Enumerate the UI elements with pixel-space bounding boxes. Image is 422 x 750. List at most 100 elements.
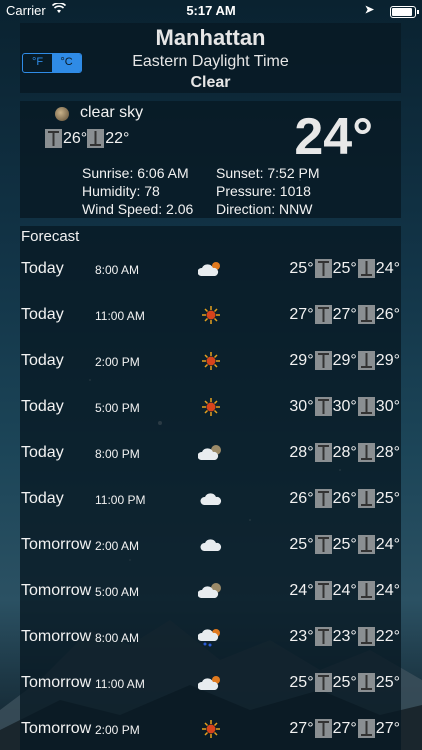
low-arrow-icon (357, 719, 375, 738)
sun-icon (198, 304, 224, 326)
forecast-temps: 24° 24° 24° (289, 581, 400, 600)
clock: 5:17 AM (186, 3, 236, 18)
forecast-high: 26° (332, 489, 357, 507)
forecast-time: 2:00 PM (95, 355, 140, 369)
forecast-row[interactable]: Tomorrow 5:00 AM 24° 24° 24° (20, 576, 401, 606)
low-arrow-icon (87, 129, 105, 148)
forecast-temp: 25° (289, 673, 314, 691)
low-arrow-icon (357, 351, 375, 370)
forecast-time: 8:00 PM (95, 447, 140, 461)
forecast-time: 8:00 AM (95, 631, 140, 645)
forecast-time: 8:00 AM (95, 263, 140, 277)
high-arrow-icon (314, 305, 332, 324)
forecast-row[interactable]: Today 8:00 PM 28° 28° 28° (20, 438, 401, 468)
sun-icon (198, 396, 224, 418)
forecast-temps: 29° 29° 29° (289, 351, 400, 370)
forecast-day: Today (21, 444, 64, 461)
forecast-temp: 23° (289, 627, 314, 645)
forecast-temps: 25° 25° 24° (289, 259, 400, 278)
humidity: Humidity: 78 (82, 183, 160, 199)
forecast-temp: 28° (289, 443, 314, 461)
forecast-temps: 23° 23° 22° (289, 627, 400, 646)
forecast-high: 29° (332, 351, 357, 369)
low-arrow-icon (357, 305, 375, 324)
forecast-low: 28° (375, 443, 400, 461)
low-arrow-icon (357, 397, 375, 416)
forecast-low: 24° (375, 259, 400, 277)
forecast-high: 24° (332, 581, 357, 599)
high-arrow-icon (314, 397, 332, 416)
forecast-row[interactable]: Today 8:00 AM 25° 25° 24° (20, 254, 401, 284)
forecast-high: 25° (332, 673, 357, 691)
forecast-high: 25° (332, 535, 357, 553)
forecast-row[interactable]: Today 11:00 AM 27° 27° 26° (20, 300, 401, 330)
forecast-temps: 25° 25° 24° (289, 535, 400, 554)
forecast-temps: 26° 26° 25° (289, 489, 400, 508)
high-arrow-icon (314, 351, 332, 370)
forecast-time: 11:00 PM (95, 493, 146, 507)
low-arrow-icon (357, 673, 375, 692)
forecast-low: 22° (375, 627, 400, 645)
wind-speed: Wind Speed: 2.06 (82, 201, 194, 217)
forecast-day: Tomorrow (21, 628, 92, 645)
high-arrow-icon (314, 581, 332, 600)
forecast-day: Tomorrow (21, 720, 92, 737)
forecast-time: 11:00 AM (95, 677, 145, 691)
moon-icon (55, 107, 69, 121)
forecast-temps: 28° 28° 28° (289, 443, 400, 462)
forecast-day: Tomorrow (21, 582, 92, 599)
forecast-time: 2:00 AM (95, 539, 140, 553)
forecast-row[interactable]: Today 2:00 PM 29° 29° 29° (20, 346, 401, 376)
cloud-moon-icon (197, 580, 224, 602)
forecast-list[interactable]: Forecast Today 8:00 AM 25° 25° 24° Today 11:00… (20, 226, 401, 750)
forecast-temp: 27° (289, 719, 314, 737)
low-arrow-icon (357, 443, 375, 462)
forecast-row[interactable]: Today 5:00 PM 30° 30° 30° (20, 392, 401, 422)
high-arrow-icon (45, 129, 62, 148)
wind-direction: Direction: NNW (216, 201, 313, 217)
forecast-row[interactable]: Tomorrow 2:00 AM 25° 25° 24° (20, 530, 401, 560)
high-arrow-icon (314, 673, 332, 692)
high-arrow-icon (314, 535, 332, 554)
high-low: 26° 22° (45, 129, 129, 148)
forecast-row[interactable]: Today 11:00 PM 26° 26° 25° (20, 484, 401, 514)
low-arrow-icon (357, 581, 375, 600)
forecast-time: 2:00 PM (95, 723, 140, 737)
forecast-temp: 27° (289, 305, 314, 323)
forecast-day: Today (21, 260, 64, 277)
high-arrow-icon (314, 443, 332, 462)
forecast-day: Today (21, 398, 64, 415)
forecast-temp: 26° (289, 489, 314, 507)
high-arrow-icon (314, 719, 332, 738)
weather-details: Sunrise: 6:06 AM Humidity: 78 Wind Speed… (82, 164, 320, 218)
forecast-temps: 30° 30° 30° (289, 397, 400, 416)
forecast-row[interactable]: Tomorrow 2:00 PM 27° 27° 27° (20, 714, 401, 744)
forecast-low: 24° (375, 535, 400, 553)
pressure: Pressure: 1018 (216, 183, 311, 199)
forecast-time: 5:00 AM (95, 585, 140, 599)
rain-sun-icon (197, 626, 224, 648)
sunrise: Sunrise: 6:06 AM (82, 165, 189, 181)
current-temperature: 24° (294, 108, 373, 166)
current-conditions: clear sky 26° 22° 24° Sunrise: 6:06 AM H… (20, 101, 401, 218)
forecast-high: 27° (332, 719, 357, 737)
location-arrow-icon: ➤ (364, 4, 374, 16)
forecast-day: Today (21, 352, 64, 369)
city-name: Manhattan (155, 25, 266, 50)
forecast-high: 30° (332, 397, 357, 415)
forecast-temps: 27° 27° 26° (289, 305, 400, 324)
forecast-day: Today (21, 490, 64, 507)
cloud-moon-icon (197, 442, 224, 464)
high-arrow-icon (314, 259, 332, 278)
high-arrow-icon (314, 627, 332, 646)
forecast-high: 27° (332, 305, 357, 323)
forecast-row[interactable]: Tomorrow 8:00 AM 23° 23° 22° (20, 622, 401, 652)
forecast-low: 24° (375, 581, 400, 599)
forecast-time: 11:00 AM (95, 309, 145, 323)
forecast-low: 30° (375, 397, 400, 415)
sun-icon (198, 718, 224, 740)
battery-icon (390, 6, 419, 18)
forecast-row[interactable]: Tomorrow 11:00 AM 25° 25° 25° (20, 668, 401, 698)
forecast-low: 29° (375, 351, 400, 369)
cloud-icon (198, 534, 224, 556)
